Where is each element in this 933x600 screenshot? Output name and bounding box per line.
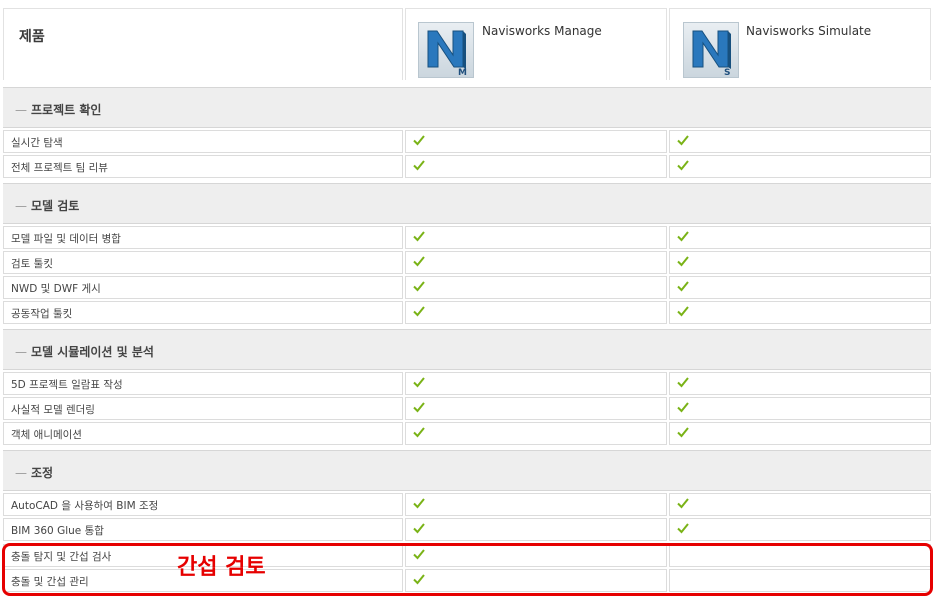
- check-icon: [413, 377, 425, 388]
- feature-label: NWD 및 DWF 게시: [11, 283, 101, 295]
- product-column-simulate: S Navisworks Simulate: [669, 8, 931, 80]
- feature-cell: 객체 애니메이션: [3, 422, 403, 445]
- manage-cell: [405, 276, 667, 299]
- feature-label: 모델 파일 및 데이터 병합: [11, 233, 121, 245]
- check-icon: [413, 135, 425, 146]
- manage-cell: [405, 130, 667, 153]
- product-name-simulate: Navisworks Simulate: [746, 24, 872, 38]
- manage-cell: [405, 372, 667, 395]
- feature-label: 사실적 모델 렌더링: [11, 404, 95, 416]
- feature-cell: 5D 프로젝트 일람표 작성: [3, 372, 403, 395]
- feature-cell: 공동작업 툴킷: [3, 301, 403, 324]
- feature-cell: 모델 파일 및 데이터 병합: [3, 226, 403, 249]
- manage-cell: [405, 155, 667, 178]
- collapse-icon: —: [15, 103, 27, 117]
- feature-label: 실시간 탐색: [11, 137, 63, 149]
- manage-cell: [405, 301, 667, 324]
- feature-cell: 실시간 탐색: [3, 130, 403, 153]
- feature-cell: 검토 툴킷: [3, 251, 403, 274]
- section-header-project-review[interactable]: — 프로젝트 확인: [3, 87, 931, 128]
- simulate-cell: [669, 226, 931, 249]
- collapse-icon: —: [15, 345, 27, 359]
- simulate-cell: [669, 251, 931, 274]
- feature-cell: 사실적 모델 렌더링: [3, 397, 403, 420]
- section-header-coordination[interactable]: — 조정: [3, 450, 931, 491]
- simulate-cell: [669, 276, 931, 299]
- header-title: 제품: [19, 29, 45, 45]
- check-icon: [677, 306, 689, 317]
- feature-label: 전체 프로젝트 팀 리뷰: [11, 162, 108, 174]
- product-column-manage: M Navisworks Manage: [405, 8, 667, 80]
- simulate-cell: [669, 130, 931, 153]
- section-title: 모델 시뮬레이션 및 분석: [31, 345, 154, 359]
- section-header-simulation-analysis[interactable]: — 모델 시뮬레이션 및 분석: [3, 329, 931, 370]
- manage-cell: [405, 493, 667, 516]
- check-icon: [677, 160, 689, 171]
- navisworks-manage-logo-icon: M: [418, 22, 474, 78]
- section-header-model-review[interactable]: — 모델 검토: [3, 183, 931, 224]
- collapse-icon: —: [15, 466, 27, 480]
- feature-cell: AutoCAD 을 사용하여 BIM 조정: [3, 493, 403, 516]
- check-icon: [413, 402, 425, 413]
- section-title: 프로젝트 확인: [31, 103, 102, 117]
- header-product-cell: 제품: [3, 8, 403, 80]
- check-icon: [413, 160, 425, 171]
- check-icon: [677, 256, 689, 267]
- feature-cell: NWD 및 DWF 게시: [3, 276, 403, 299]
- section-title: 모델 검토: [31, 199, 80, 213]
- check-icon: [677, 402, 689, 413]
- check-icon: [413, 523, 425, 534]
- navisworks-simulate-logo-icon: S: [683, 22, 739, 78]
- feature-label: 검토 툴킷: [11, 258, 53, 270]
- simulate-cell: [669, 372, 931, 395]
- simulate-cell: [669, 518, 931, 541]
- highlight-box: [2, 543, 933, 596]
- check-icon: [677, 281, 689, 292]
- simulate-cell: [669, 155, 931, 178]
- feature-label: AutoCAD 을 사용하여 BIM 조정: [11, 500, 159, 512]
- svg-text:M: M: [458, 68, 467, 77]
- simulate-cell: [669, 397, 931, 420]
- feature-cell: 전체 프로젝트 팀 리뷰: [3, 155, 403, 178]
- simulate-cell: [669, 422, 931, 445]
- manage-cell: [405, 397, 667, 420]
- simulate-cell: [669, 493, 931, 516]
- check-icon: [413, 231, 425, 242]
- manage-cell: [405, 226, 667, 249]
- simulate-cell: [669, 301, 931, 324]
- check-icon: [677, 135, 689, 146]
- feature-label: BIM 360 Glue 통합: [11, 525, 104, 537]
- check-icon: [677, 523, 689, 534]
- check-icon: [413, 256, 425, 267]
- check-icon: [677, 498, 689, 509]
- manage-cell: [405, 422, 667, 445]
- feature-cell: BIM 360 Glue 통합: [3, 518, 403, 541]
- check-icon: [413, 498, 425, 509]
- check-icon: [413, 281, 425, 292]
- highlight-label: 간섭 검토: [177, 555, 266, 580]
- check-icon: [413, 306, 425, 317]
- collapse-icon: —: [15, 199, 27, 213]
- check-icon: [677, 427, 689, 438]
- section-title: 조정: [31, 466, 54, 480]
- feature-label: 공동작업 툴킷: [11, 308, 73, 320]
- manage-cell: [405, 518, 667, 541]
- svg-text:S: S: [724, 68, 730, 77]
- check-icon: [677, 231, 689, 242]
- feature-label: 5D 프로젝트 일람표 작성: [11, 379, 123, 391]
- feature-label: 객체 애니메이션: [11, 429, 82, 441]
- check-icon: [677, 377, 689, 388]
- manage-cell: [405, 251, 667, 274]
- product-name-manage: Navisworks Manage: [482, 24, 602, 38]
- check-icon: [413, 427, 425, 438]
